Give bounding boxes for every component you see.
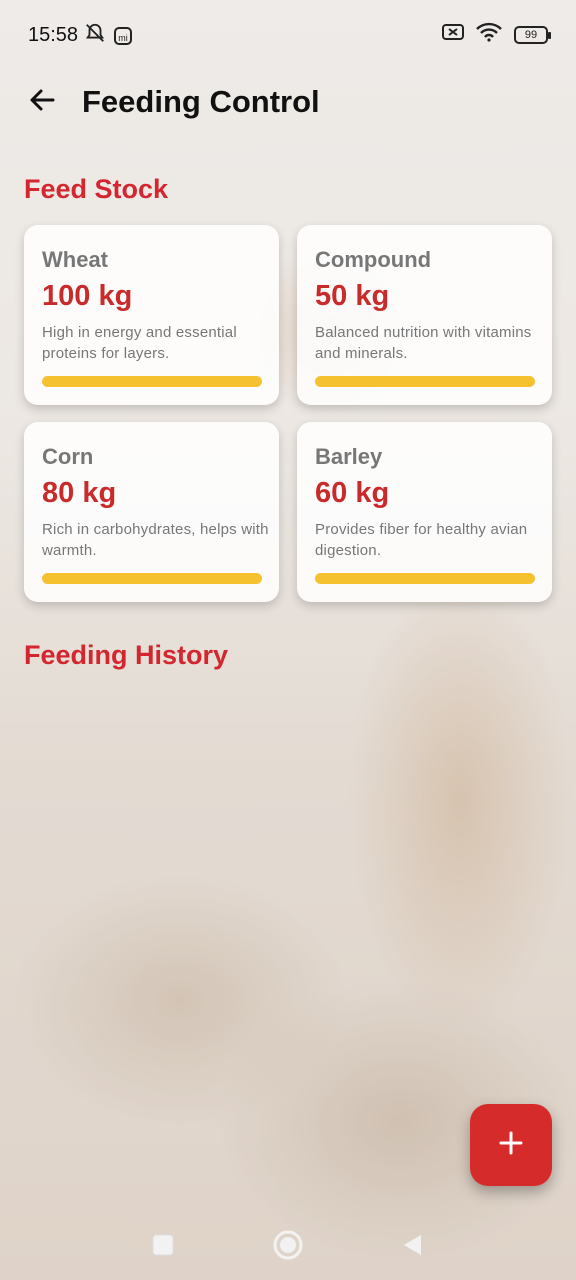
feed-description: Rich in carbohydrates, helps with warmth… — [42, 521, 269, 559]
wifi-icon — [476, 22, 502, 47]
feed-name: Wheat — [42, 247, 108, 272]
system-nav-bar — [0, 1215, 576, 1280]
feeding-history-title: Feeding History — [24, 640, 229, 670]
app-bar: Feeding Control — [0, 72, 576, 132]
feed-card-barley[interactable]: Barley 60 kg Provides fiber for healthy … — [297, 422, 552, 602]
status-left-icons: mi — [84, 22, 132, 49]
page-title: Feeding Control — [82, 84, 320, 119]
feed-name: Compound — [315, 247, 432, 272]
feed-description: Balanced nutrition with vitamins and min… — [315, 324, 532, 362]
plus-icon — [498, 1130, 524, 1161]
feed-amount: 80 kg — [42, 477, 117, 509]
stock-progress-bar — [42, 376, 262, 387]
stock-progress-fill — [315, 376, 535, 387]
feed-name: Barley — [315, 444, 383, 469]
feed-amount: 60 kg — [315, 477, 390, 509]
stock-progress-fill — [315, 573, 535, 584]
stock-progress-fill — [42, 573, 262, 584]
status-right-icons: 99 — [442, 22, 551, 47]
feed-card-wheat[interactable]: Wheat 100 kg High in energy and essentia… — [24, 225, 279, 405]
home-button[interactable] — [270, 1229, 306, 1265]
status-bar: 15:58 mi 99 — [0, 0, 576, 72]
system-back-button[interactable] — [394, 1229, 430, 1265]
stock-progress-fill — [42, 376, 262, 387]
feed-stock-title: Feed Stock — [24, 174, 169, 204]
stock-progress-bar — [42, 573, 262, 584]
recents-square-icon — [152, 1234, 174, 1261]
feed-card-corn[interactable]: Corn 80 kg Rich in carbohydrates, helps … — [24, 422, 279, 602]
add-feeding-button[interactable] — [470, 1104, 552, 1186]
mute-notifications-icon — [84, 22, 106, 49]
feed-card-compound[interactable]: Compound 50 kg Balanced nutrition with v… — [297, 225, 552, 405]
stock-progress-bar — [315, 573, 535, 584]
back-triangle-icon — [401, 1233, 423, 1262]
feed-description: Provides fiber for healthy avian digesti… — [315, 521, 528, 559]
feed-amount: 50 kg — [315, 280, 390, 312]
sim-off-icon — [442, 23, 464, 46]
back-button[interactable] — [22, 84, 62, 120]
recents-button[interactable] — [145, 1229, 181, 1265]
arrow-left-icon — [28, 86, 56, 119]
mi-icon: mi — [114, 26, 132, 45]
home-circle-icon — [272, 1229, 304, 1266]
feed-amount: 100 kg — [42, 280, 133, 312]
feed-name: Corn — [42, 444, 94, 469]
status-time: 15:58 — [28, 24, 79, 46]
stock-progress-bar — [315, 376, 535, 387]
battery-icon: 99 — [514, 25, 551, 44]
feed-description: High in energy and essential proteins fo… — [42, 324, 237, 362]
